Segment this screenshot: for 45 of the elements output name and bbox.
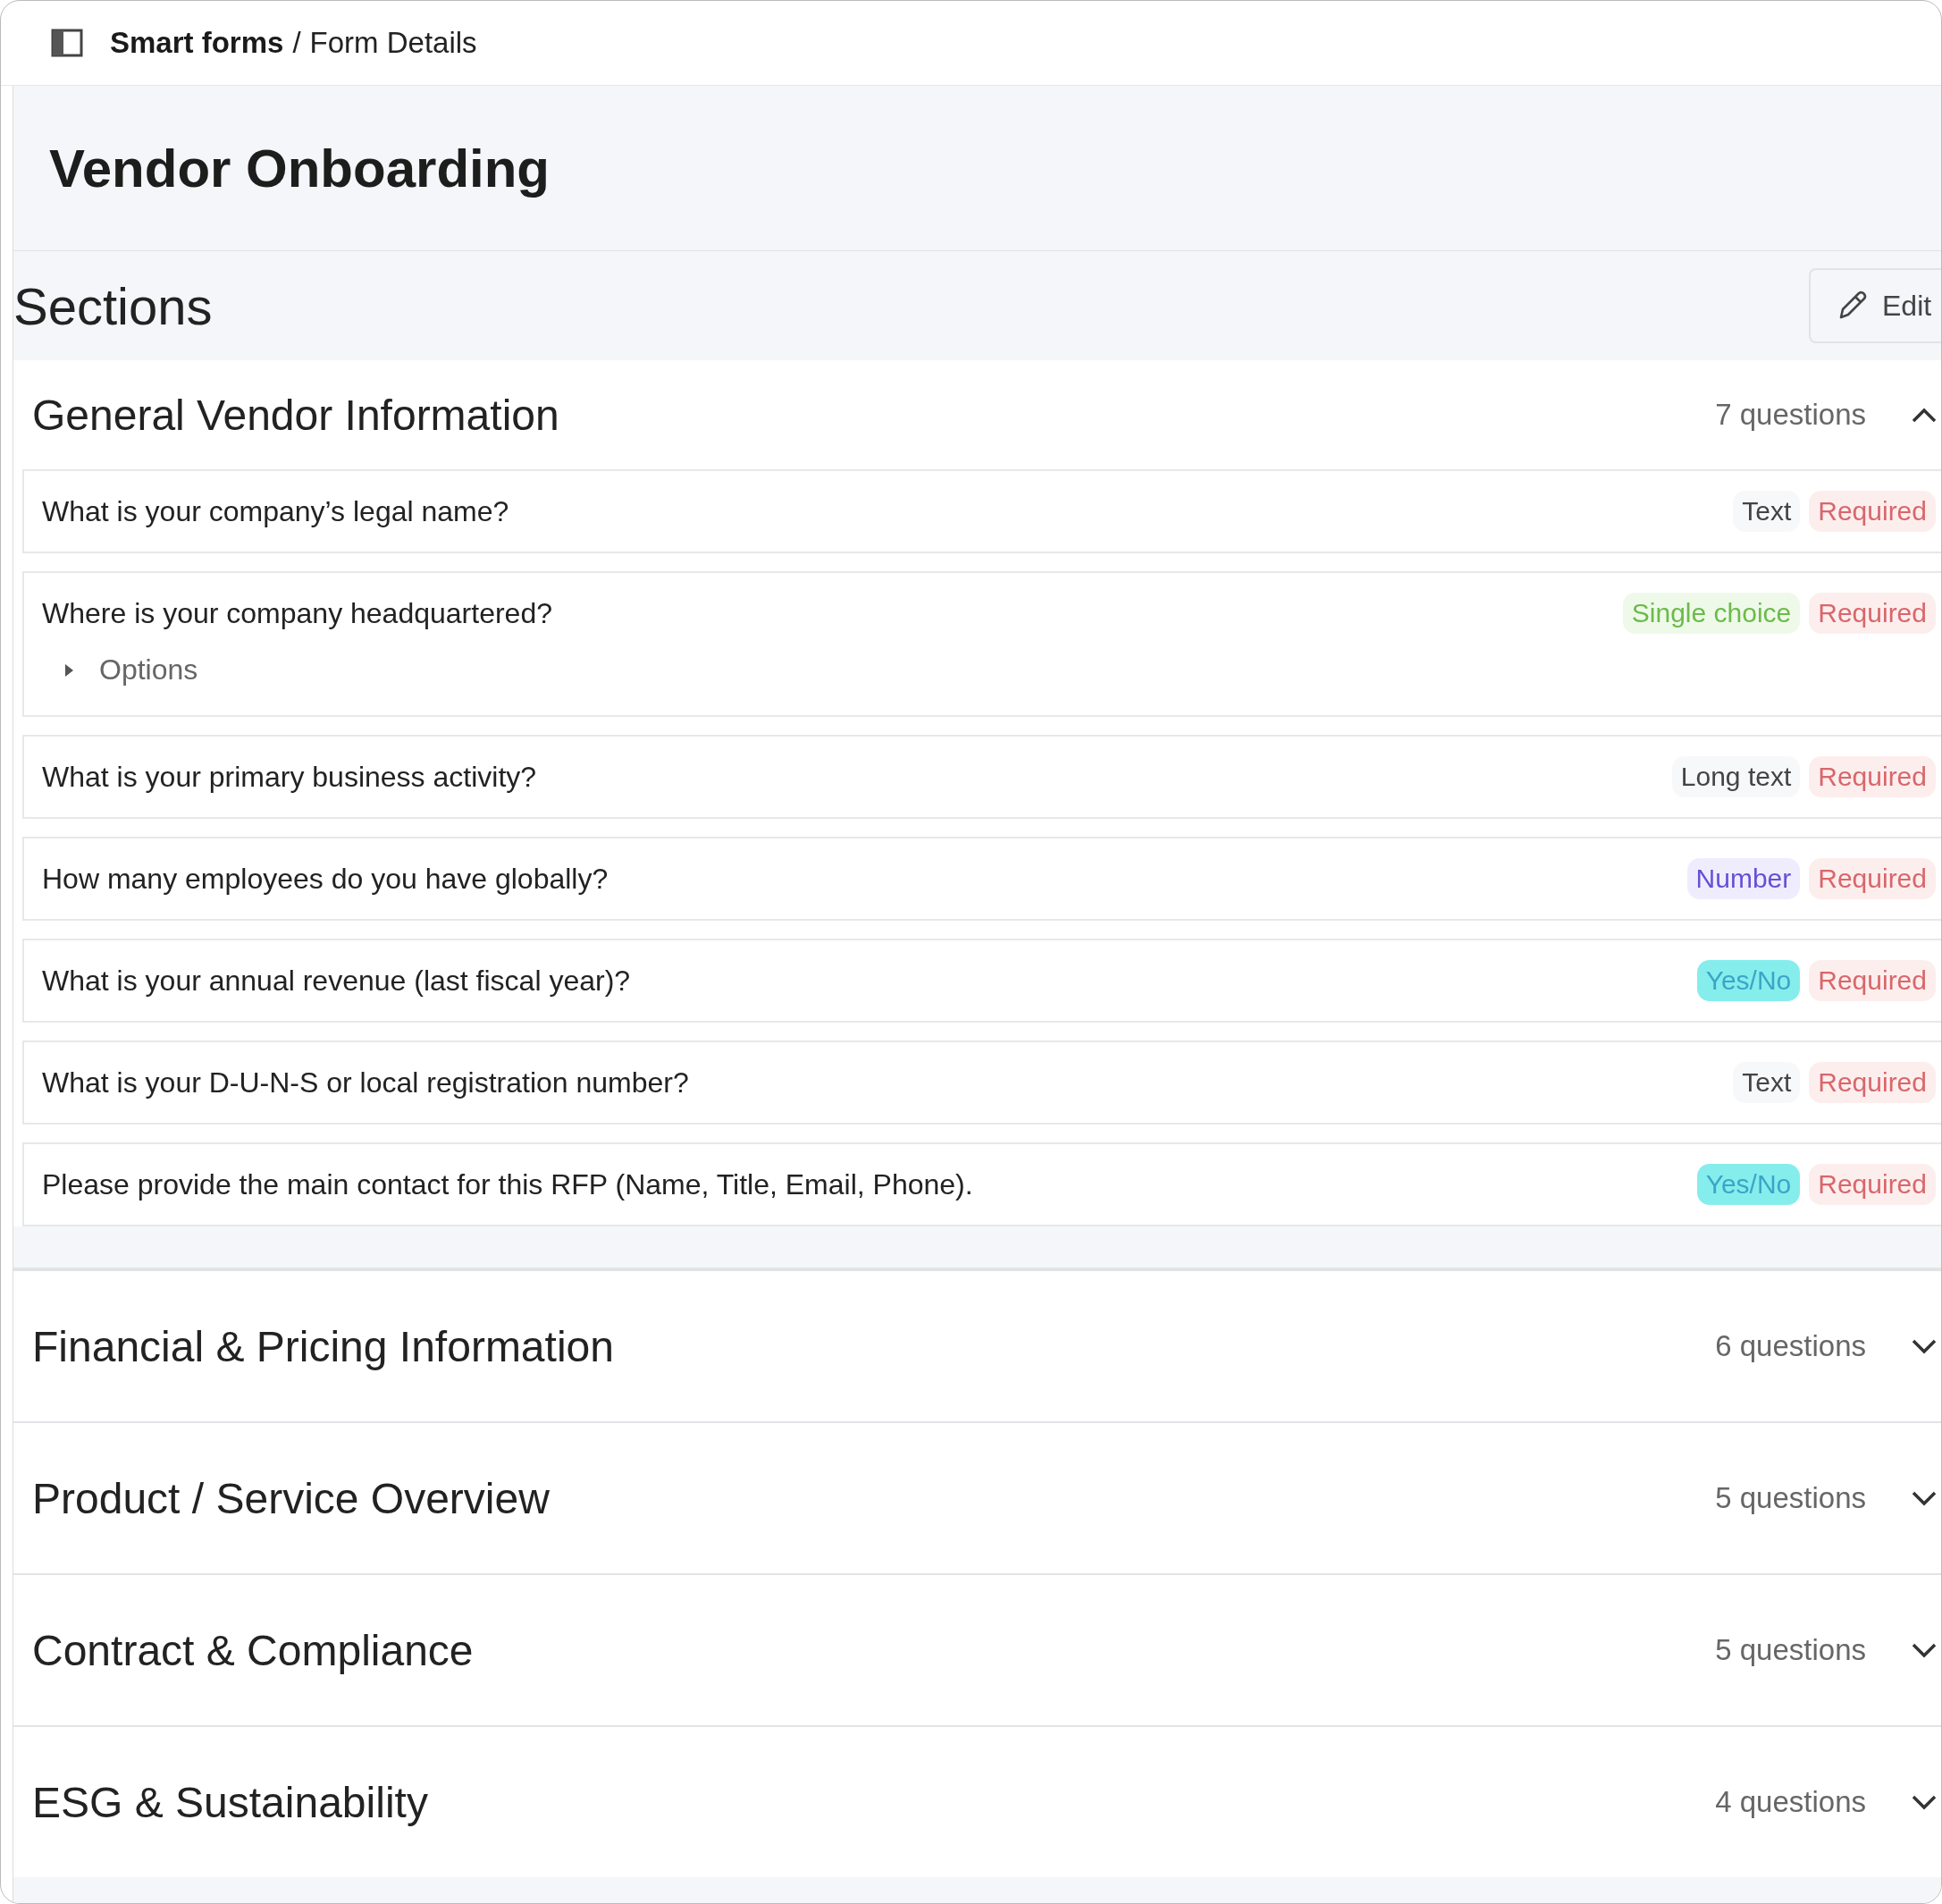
chevron-up-icon[interactable] [1911,406,1938,424]
question-count: 6 questions [1715,1329,1866,1363]
question-count: 5 questions [1715,1633,1866,1667]
chevron-down-icon[interactable] [1911,1489,1938,1507]
required-tag: Required [1809,1164,1936,1205]
breadcrumb-current: Form Details [309,26,477,60]
required-tag: Required [1809,491,1936,532]
question-text: What is your D-U-N-S or local registration number? [42,1066,690,1099]
chevron-down-icon[interactable] [1911,1793,1938,1811]
required-tag: Required [1809,1062,1936,1103]
required-tag: Required [1809,858,1936,899]
question-type-tag: Single choice [1622,593,1801,634]
section-title: General Vendor Information [32,390,560,440]
breadcrumb-separator: / [292,26,301,60]
question-type-tag: Yes/No [1696,960,1801,1001]
question-type-tag: Text [1733,1062,1801,1103]
question-type-tag: Number [1686,858,1801,899]
question-count: 7 questions [1715,398,1866,432]
question-count: 5 questions [1715,1481,1866,1515]
breadcrumb-link[interactable]: Smart forms [110,26,284,60]
options-toggle[interactable]: Options [99,653,198,687]
question-count: 4 questions [1715,1785,1866,1819]
question-text: Please provide the main contact for this RFP (Name, Title, Email, Phone). [42,1167,974,1201]
required-tag: Required [1809,756,1936,797]
question-type-tag: Text [1733,491,1801,532]
section-title: Financial & Pricing Information [32,1321,615,1371]
question-text: What is your primary business activity? [42,760,538,794]
question-type-tag: Yes/No [1696,1164,1801,1205]
section-title: Product / Service Overview [32,1473,551,1523]
required-tag: Required [1809,960,1936,1001]
chevron-down-icon[interactable] [1911,1337,1938,1355]
question-type-tag: Long text [1671,756,1801,797]
chevron-down-icon[interactable] [1911,1641,1938,1659]
question-text: Where is your company headquartered? [42,596,553,630]
caret-icon[interactable] [63,661,74,678]
question-text: What is your annual revenue (last fiscal year)? [42,964,632,998]
edit-button[interactable]: Edit [1809,268,1941,343]
page-title: Vendor Onboarding [49,137,550,199]
sections-heading: Sections [13,275,213,336]
question-text: How many employees do you have globally? [42,862,610,896]
question-text: What is your company’s legal name? [42,494,510,528]
required-tag: Required [1809,593,1936,634]
sidebar-toggle-icon[interactable] [51,29,83,57]
section-title: Contract & Compliance [32,1625,475,1675]
section-title: ESG & Sustainability [32,1777,429,1827]
